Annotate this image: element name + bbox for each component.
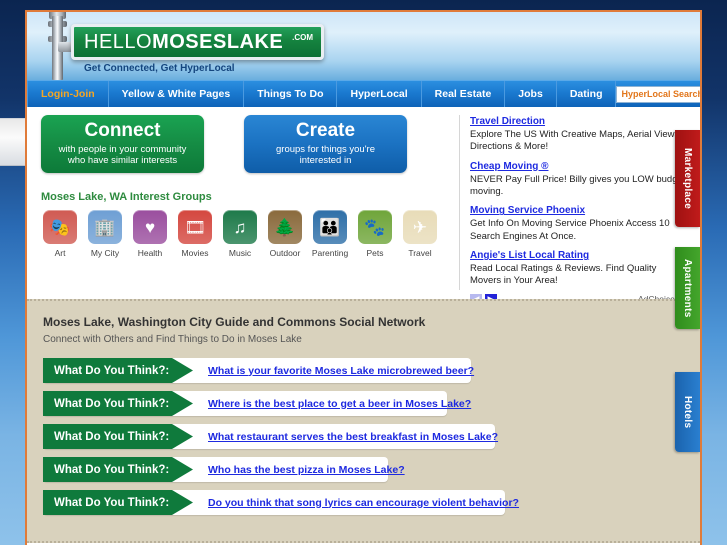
signpost-graphic <box>44 12 80 80</box>
main-content: Connect with people in your community wh… <box>27 107 700 306</box>
nav-item-yellow-white-pages[interactable]: Yellow & White Pages <box>109 81 245 107</box>
side-tab-hotels[interactable]: Hotels <box>675 372 700 452</box>
connect-sub-line1: with people in your community <box>58 143 187 155</box>
site-header: HELLOMOSESLAKE .COM Get Connected, Get H… <box>27 12 700 80</box>
ad-item: Moving Service Phoenix Get Info On Moving… <box>470 204 688 243</box>
logo-dotcom: .COM <box>292 33 313 42</box>
interest-groups-row: 🎭 Art 🏢 My City ♥ Health 🎞 Movies ♫ Music 🌲 Outdoor… <box>43 210 437 258</box>
search-box[interactable]: 🔍 <box>616 85 700 103</box>
logo-text-light: HELLO <box>84 31 153 53</box>
main-navigation: Login-Join Yellow & White Pages Things T… <box>27 80 700 107</box>
ad-panel: Travel Direction Explore The US With Crea… <box>470 115 688 306</box>
ad-item: Angie's List Local Rating Read Local Rati… <box>470 249 688 288</box>
question-row: What Do You Think?: Do you think that son… <box>43 490 684 515</box>
nav-item-real-estate[interactable]: Real Estate <box>422 81 506 107</box>
interest-group-my-city[interactable]: 🏢 My City <box>88 210 122 258</box>
page-frame: HELLOMOSESLAKE .COM Get Connected, Get H… <box>25 10 702 545</box>
ad-title-link[interactable]: Moving Service Phoenix <box>470 204 688 217</box>
connect-sub-line2: who have similar interests <box>67 155 178 167</box>
create-sub-line1: groups for things you're <box>276 143 375 155</box>
interest-group-label: Art <box>54 248 66 258</box>
site-tagline: Get Connected, Get HyperLocal <box>84 63 235 74</box>
interest-group-movies[interactable]: 🎞 Movies <box>178 210 212 258</box>
interest-group-label: Parenting <box>311 248 349 258</box>
interest-group-travel[interactable]: ✈ Travel <box>403 210 437 258</box>
question-link[interactable]: Where is the best place to get a beer in… <box>208 391 471 416</box>
interest-group-outdoor[interactable]: 🌲 Outdoor <box>268 210 302 258</box>
what-do-you-think-tag[interactable]: What Do You Think?: <box>43 424 193 449</box>
question-link[interactable]: Do you think that song lyrics can encour… <box>208 490 519 515</box>
question-row: What Do You Think?: Where is the best pla… <box>43 391 684 416</box>
airplane-icon: ✈ <box>403 210 437 244</box>
ad-body-text: Explore The US With Creative Maps, Aeria… <box>470 129 682 153</box>
theater-masks-icon: 🎭 <box>43 210 77 244</box>
create-sub-line2: interested in <box>299 155 352 167</box>
side-tab-marketplace[interactable]: Marketplace <box>675 130 700 227</box>
interest-group-label: My City <box>90 248 120 258</box>
ad-body-text: Read Local Ratings & Reviews. Find Quali… <box>470 263 657 287</box>
question-row: What Do You Think?: What restaurant serve… <box>43 424 684 449</box>
search-area: 🔍 <box>616 81 700 107</box>
ad-title-link[interactable]: Angie's List Local Rating <box>470 249 688 262</box>
cta-row: Connect with people in your community wh… <box>41 115 407 173</box>
interest-group-label: Music <box>228 248 252 258</box>
buildings-icon: 🏢 <box>88 210 122 244</box>
commons-heading: Moses Lake, Washington City Guide and Co… <box>43 315 426 329</box>
question-row: What Do You Think?: Who has the best pizz… <box>43 457 684 482</box>
what-do-you-think-tag[interactable]: What Do You Think?: <box>43 358 193 383</box>
interest-group-label: Health <box>137 248 163 258</box>
left-edge-tab[interactable] <box>0 118 25 166</box>
commons-subheading: Connect with Others and Find Things to D… <box>43 334 302 345</box>
paw-print-icon: 🐾 <box>358 210 392 244</box>
interest-group-pets[interactable]: 🐾 Pets <box>358 210 392 258</box>
interest-group-art[interactable]: 🎭 Art <box>43 210 77 258</box>
film-strip-icon: 🎞 <box>178 210 212 244</box>
ad-body-text: Get Info On Moving Service Phoenix Acces… <box>470 218 670 242</box>
family-icon: 👪 <box>313 210 347 244</box>
nav-item-hyperlocal[interactable]: HyperLocal <box>337 81 422 107</box>
site-logo[interactable]: HELLOMOSESLAKE .COM <box>71 24 324 60</box>
music-note-icon: ♫ <box>223 210 257 244</box>
nav-item-login-join[interactable]: Login-Join <box>27 81 109 107</box>
interest-group-label: Travel <box>408 248 432 258</box>
nav-item-things-to-do[interactable]: Things To Do <box>244 81 338 107</box>
ad-item: Travel Direction Explore The US With Crea… <box>470 115 688 154</box>
connect-button[interactable]: Connect with people in your community wh… <box>41 115 204 173</box>
evergreen-tree-icon: 🌲 <box>268 210 302 244</box>
nav-item-jobs[interactable]: Jobs <box>505 81 557 107</box>
what-do-you-think-tag[interactable]: What Do You Think?: <box>43 391 193 416</box>
what-do-you-think-tag[interactable]: What Do You Think?: <box>43 490 193 515</box>
question-link[interactable]: What restaurant serves the best breakfas… <box>208 424 498 449</box>
interest-group-parenting[interactable]: 👪 Parenting <box>311 210 349 258</box>
ad-title-link[interactable]: Travel Direction <box>470 115 688 128</box>
ad-title-link[interactable]: Cheap Moving ® <box>470 160 688 173</box>
what-do-you-think-tag[interactable]: What Do You Think?: <box>43 457 193 482</box>
commons-section: Moses Lake, Washington City Guide and Co… <box>27 299 700 543</box>
search-input[interactable] <box>621 89 700 99</box>
nav-item-dating[interactable]: Dating <box>557 81 617 107</box>
ad-item: Cheap Moving ® NEVER Pay Full Price! Bill… <box>470 160 688 199</box>
interest-group-label: Pets <box>366 248 384 258</box>
question-link[interactable]: What is your favorite Moses Lake microbr… <box>208 358 474 383</box>
logo-text-bold: MOSESLAKE <box>152 31 284 53</box>
question-link[interactable]: Who has the best pizza in Moses Lake? <box>208 457 405 482</box>
interest-group-music[interactable]: ♫ Music <box>223 210 257 258</box>
question-list: What Do You Think?: What is your favorite… <box>43 358 684 515</box>
interest-group-health[interactable]: ♥ Health <box>133 210 167 258</box>
create-title: Create <box>295 119 356 141</box>
question-row: What Do You Think?: What is your favorite… <box>43 358 684 383</box>
heart-pulse-icon: ♥ <box>133 210 167 244</box>
commons-bottom-border <box>27 541 700 543</box>
interest-groups-title: Moses Lake, WA Interest Groups <box>41 191 212 203</box>
side-tab-apartments[interactable]: Apartments <box>675 247 700 329</box>
content-divider <box>459 115 460 290</box>
create-button[interactable]: Create groups for things you're interest… <box>244 115 407 173</box>
interest-group-label: Movies <box>181 248 209 258</box>
ad-body-text: NEVER Pay Full Price! Billy gives you LO… <box>470 173 686 198</box>
connect-title: Connect <box>84 119 161 141</box>
interest-group-label: Outdoor <box>269 248 301 258</box>
